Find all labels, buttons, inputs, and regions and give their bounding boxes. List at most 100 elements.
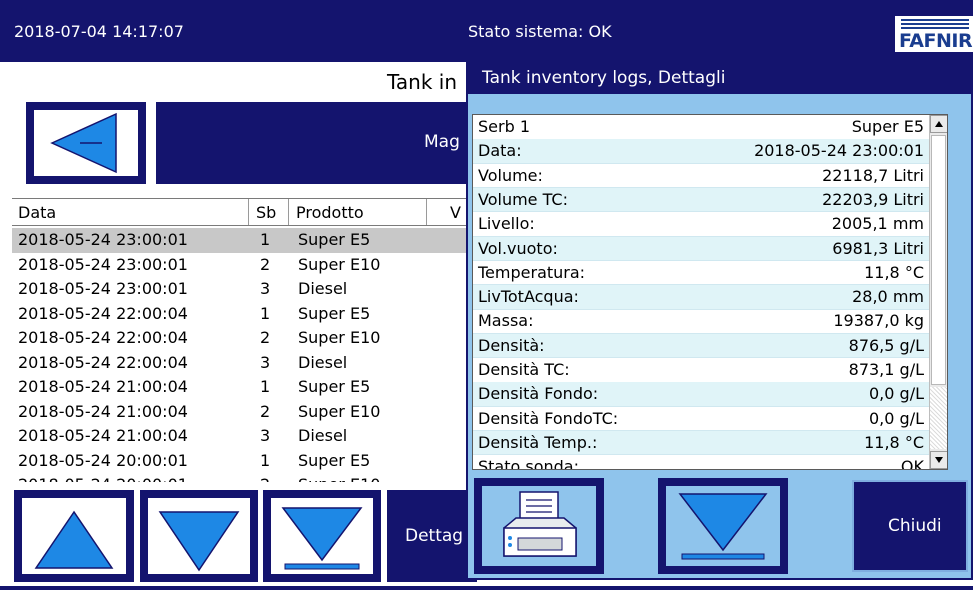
- cell-product: Diesel: [298, 279, 348, 298]
- details-list[interactable]: Serb 1 Super E5 Data: 2018-05-24 23:00:01 Vo…: [472, 114, 948, 470]
- detail-key: Densità FondoTC:: [478, 408, 619, 428]
- table-row[interactable]: 2018-05-24 21:00:04 1 Super E5: [12, 375, 472, 400]
- col-header-volume: V: [450, 203, 461, 222]
- log-table[interactable]: Data Sb Prodotto V 2018-05-24 23:00:01 1 S…: [12, 198, 472, 482]
- dialog-title: Tank inventory logs, Dettagli: [468, 64, 973, 94]
- table-row[interactable]: 2018-05-24 23:00:01 2 Super E10: [12, 253, 472, 278]
- detail-key: Densità:: [478, 335, 545, 355]
- cell-sb: 3: [260, 426, 271, 445]
- cell-sb: 1: [260, 303, 271, 323]
- magazzino-button[interactable]: Mag: [156, 102, 476, 184]
- table-row[interactable]: 2018-05-24 21:00:04 2 Super E10: [12, 400, 472, 425]
- printer-icon: [503, 491, 577, 557]
- detail-row: Densità Temp.: 11,8 °C: [473, 430, 929, 456]
- detail-key: Densità Temp.:: [478, 432, 598, 452]
- detail-row: Volume: 22118,7 Litri: [473, 164, 929, 189]
- detail-key: Densità Fondo:: [478, 384, 599, 404]
- detail-row: Densità Fondo: 0,0 g/L: [473, 382, 929, 407]
- triangle-up-icon: [34, 510, 114, 569]
- scroll-down-button[interactable]: [930, 451, 947, 469]
- cell-sb: 3: [260, 352, 271, 372]
- cell-product: Super E5: [298, 377, 371, 396]
- table-row[interactable]: 2018-05-24 21:00:04 3 Diesel: [12, 424, 472, 449]
- detail-row: Densità TC: 873,1 g/L: [473, 358, 929, 383]
- detail-value: 0,0 g/L: [869, 408, 924, 428]
- logo-text: FAFNIR: [899, 30, 973, 52]
- cell-date: 2018-05-24 22:00:04: [18, 303, 188, 323]
- detail-key: Stato sonda:: [478, 457, 579, 470]
- detail-key: Temperatura:: [478, 262, 586, 282]
- detail-value: 11,8 °C: [864, 262, 924, 282]
- scroll-up-button[interactable]: [930, 115, 947, 133]
- detail-key: Volume TC:: [478, 189, 568, 209]
- detail-value: 11,8 °C: [864, 432, 924, 452]
- cell-date: 2018-05-24 23:00:01: [18, 254, 188, 274]
- detail-row: LivTotAcqua: 28,0 mm: [473, 285, 929, 310]
- print-button[interactable]: [474, 478, 604, 574]
- fafnir-logo: FAFNIR: [893, 16, 973, 52]
- details-scrollbar[interactable]: [929, 115, 947, 469]
- table-row[interactable]: 2018-05-24 23:00:01 3 Diesel: [12, 277, 472, 302]
- detail-row: Massa: 19387,0 kg: [473, 309, 929, 334]
- cell-product: Super E5: [298, 450, 371, 470]
- page-up-button[interactable]: [14, 490, 134, 582]
- page-down-button[interactable]: [140, 490, 258, 582]
- dettagli-button[interactable]: Dettag: [387, 490, 477, 582]
- table-row[interactable]: 2018-05-24 22:00:04 2 Super E10: [12, 326, 472, 351]
- table-row[interactable]: 2018-05-24 22:00:04 1 Super E5: [12, 302, 472, 327]
- cell-sb: 1: [260, 450, 271, 470]
- table-row[interactable]: 2018-05-24 23:00:01 1 Super E5: [12, 228, 472, 253]
- detail-row: Serb 1 Super E5: [473, 115, 929, 140]
- triangle-down-end-icon: [281, 507, 363, 570]
- table-row[interactable]: 2018-05-24 20:00:01 2 Super E10: [12, 473, 472, 482]
- table-row[interactable]: 2018-05-24 22:00:04 3 Diesel: [12, 351, 472, 376]
- page-title: Tank in: [387, 70, 458, 94]
- logo-stripes: [901, 19, 969, 29]
- detail-key: Volume:: [478, 165, 543, 185]
- detail-key: Densità TC:: [478, 360, 570, 379]
- detail-key: Massa:: [478, 311, 534, 331]
- detail-value: 873,1 g/L: [848, 360, 924, 379]
- scroll-to-end-button[interactable]: [263, 490, 381, 582]
- col-header-sb: Sb: [256, 203, 277, 222]
- detail-value: 2018-05-24 23:00:01: [754, 141, 924, 161]
- detail-value: 28,0 mm: [852, 287, 924, 307]
- back-button[interactable]: [26, 102, 146, 184]
- cell-product: Super E5: [298, 303, 371, 323]
- col-header-product: Prodotto: [296, 203, 364, 222]
- detail-row: Vol.vuoto: 6981,3 Litri: [473, 236, 929, 261]
- detail-row: Data: 2018-05-24 23:00:01: [473, 139, 929, 164]
- triangle-down-icon: [158, 511, 240, 572]
- detail-value: 22203,9 Litri: [822, 189, 924, 209]
- cell-date: 2018-05-24 20:00:01: [18, 475, 188, 482]
- detail-key: LivTotAcqua:: [478, 287, 579, 307]
- dialog-scroll-end-button[interactable]: [658, 478, 788, 574]
- detail-value: Super E5: [851, 117, 924, 136]
- detail-value: OK: [900, 457, 924, 470]
- cell-date: 2018-05-24 21:00:04: [18, 426, 188, 445]
- detail-value: 0,0 g/L: [869, 384, 924, 404]
- cell-date: 2018-05-24 21:00:04: [18, 377, 188, 396]
- cell-product: Super E10: [298, 328, 381, 347]
- cell-sb: 2: [260, 401, 271, 421]
- cell-sb: 2: [260, 328, 271, 347]
- system-status-label: Stato sistema: OK: [468, 22, 612, 41]
- cell-date: 2018-05-24 23:00:01: [18, 230, 188, 249]
- close-button[interactable]: Chiudi: [852, 480, 968, 572]
- cell-product: Super E10: [298, 254, 381, 274]
- detail-row: Volume TC: 22203,9 Litri: [473, 187, 929, 213]
- scrollbar-track[interactable]: [930, 387, 947, 449]
- detail-row: Densità: 876,5 g/L: [473, 333, 929, 359]
- detail-row: Livello: 2005,1 mm: [473, 212, 929, 237]
- table-header: Data Sb Prodotto V: [12, 198, 472, 226]
- scrollbar-thumb[interactable]: [931, 135, 946, 385]
- bottom-divider: [0, 586, 973, 590]
- cell-date: 2018-05-24 22:00:04: [18, 352, 188, 372]
- detail-value: 2005,1 mm: [831, 214, 924, 234]
- detail-row: Temperatura: 11,8 °C: [473, 261, 929, 286]
- col-header-date: Data: [18, 203, 57, 222]
- cell-product: Diesel: [298, 426, 348, 445]
- dettagli-button-label: Dettag: [405, 526, 464, 546]
- table-row[interactable]: 2018-05-24 20:00:01 1 Super E5: [12, 449, 472, 474]
- triangle-down-end-icon: [678, 493, 768, 560]
